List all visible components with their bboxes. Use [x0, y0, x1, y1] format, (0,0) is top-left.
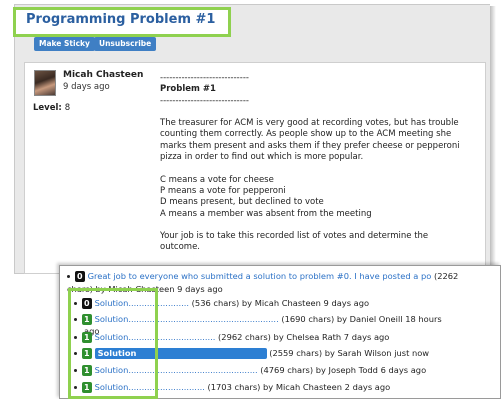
post-line	[160, 107, 480, 118]
solution-meta: (2559 chars) by Sarah Wilson just now	[266, 348, 430, 358]
bullet-icon	[74, 369, 77, 372]
score-badge: 1	[82, 348, 92, 359]
post-line: C means a vote for cheese	[160, 174, 274, 185]
reply-meta: (2262	[431, 271, 459, 281]
solution-link[interactable]: Solution................................…	[95, 332, 216, 342]
score-badge: 1	[82, 332, 92, 343]
post-line: outcome.	[160, 242, 201, 253]
solution-link[interactable]: Solution................................…	[95, 365, 258, 375]
solution-meta: (1690 chars) by Daniel Oneill 18 hours	[278, 314, 442, 324]
solution-meta: (4769 chars) by Joseph Todd 6 days ago	[257, 365, 427, 375]
user-level: Level: 8	[33, 103, 70, 113]
solution-link[interactable]: Solution	[94, 348, 267, 359]
post-line: A means a member was absent from the mee…	[160, 208, 372, 219]
post-card: Micah Chasteen 9 days ago Level: 8 -----…	[24, 62, 486, 274]
post-body: ----------------------------- Problem #1-…	[160, 73, 480, 254]
reply-top-cont: chars) by Micah Chasteen 9 days ago	[67, 284, 223, 294]
solution-link[interactable]: Solution.......................	[95, 298, 189, 308]
bullet-icon	[67, 275, 70, 278]
bullet-icon	[74, 386, 77, 389]
post-line: -----------------------------	[160, 95, 249, 106]
bullet-icon	[74, 336, 77, 339]
score-badge: 0	[75, 271, 85, 282]
panel-shadow	[490, 6, 496, 274]
post-line: pizza in order to find out which is more…	[160, 152, 364, 163]
solution-item: 1 Solution...............................…	[74, 365, 426, 376]
level-value: 8	[64, 103, 71, 113]
bullet-icon	[74, 302, 77, 305]
solution-link[interactable]: Solution................................…	[95, 314, 279, 324]
post-line: Your job is to take this recorded list o…	[160, 231, 429, 242]
post-line: counting them correctly. As people show …	[160, 129, 452, 140]
solution-item: 0 Solution....................... (536 ch…	[74, 298, 369, 309]
score-badge: 0	[82, 298, 92, 309]
solution-meta: (2962 chars) by Chelsea Rath 7 days ago	[215, 332, 390, 342]
score-badge: 1	[82, 365, 92, 376]
make-sticky-button[interactable]: Make Sticky	[34, 37, 95, 51]
solution-item: 1 Solution...............................…	[74, 314, 442, 325]
post-line: marks them present and asks them if they…	[160, 140, 460, 151]
bullet-icon	[74, 318, 77, 321]
level-label: Level:	[33, 103, 62, 113]
solution-item: 1 Solution (2559 chars) by Sarah Wilson j…	[74, 348, 429, 359]
post-line: D means present, but declined to vote	[160, 197, 324, 208]
post-line: The treasurer for ACM is very good at re…	[160, 118, 459, 129]
reply-top: 0 Great job to everyone who submitted a s…	[67, 271, 458, 282]
post-line: P means a vote for pepperoni	[160, 185, 286, 196]
solution-meta: (536 chars) by Micah Chasteen 9 days ago	[189, 298, 370, 308]
solution-link[interactable]: Solution.............................	[95, 382, 205, 392]
post-author[interactable]: Micah Chasteen	[63, 70, 143, 80]
solution-meta: (1703 chars) by Micah Chasteen 2 days ag…	[204, 382, 391, 392]
bullet-icon	[74, 352, 77, 355]
solution-item: 1 Solution............................. (…	[74, 382, 390, 393]
post-line: Problem #1	[160, 84, 216, 95]
unsubscribe-button[interactable]: Unsubscribe	[94, 37, 157, 51]
post-line	[160, 163, 480, 174]
post-line: -----------------------------	[160, 73, 249, 83]
avatar[interactable]	[34, 70, 56, 96]
solutions-panel: 0 Great job to everyone who submitted a s…	[59, 265, 501, 399]
post-time: 9 days ago	[63, 82, 110, 92]
post-line	[160, 220, 480, 231]
thread-title: Programming Problem #1	[26, 12, 216, 27]
score-badge: 1	[82, 382, 92, 393]
solution-item: 1 Solution...............................…	[74, 332, 389, 343]
reply-link[interactable]: Great job to everyone who submitted a so…	[88, 271, 432, 281]
score-badge: 1	[82, 314, 92, 325]
